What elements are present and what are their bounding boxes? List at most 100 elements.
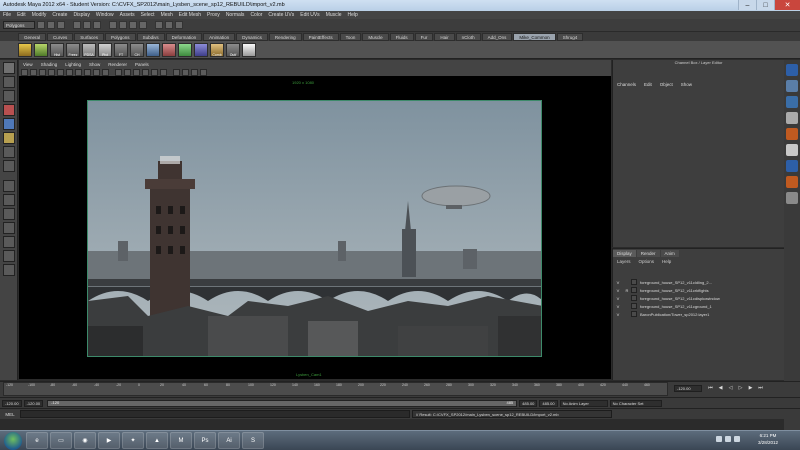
layer-row[interactable]: V R foreground_house_SP12_v11crkflights [613,286,784,294]
help-menu[interactable]: Help [662,259,671,264]
app-icon[interactable] [786,192,798,204]
time-ruler[interactable]: -120 -100 -80 -60 -40 -20 0 20 40 60 80 … [3,382,668,396]
alien-icon[interactable] [786,144,798,156]
character-icon[interactable] [242,42,256,57]
resolution-gate-icon[interactable] [75,68,82,76]
wireframe-icon[interactable] [115,68,122,76]
tab-deformation[interactable]: Deformation [165,32,203,41]
layer-row[interactable]: V foreground_house_SP12_v11cldling_2... [613,278,784,286]
pivot-icon[interactable]: Pivt [98,42,112,57]
hud-icon[interactable] [200,68,207,76]
menu-create[interactable]: Create [52,12,67,18]
select-object-icon[interactable] [83,21,91,29]
layer-row[interactable]: V foreground_house_SP12_v11cground_1 [613,302,784,310]
tab-add-ons[interactable]: Add_Ons [481,32,513,41]
render-icon[interactable] [155,21,163,29]
tab-anim-layers[interactable]: Anim [660,250,679,257]
layer-color-swatch[interactable] [631,303,637,309]
snap-point-icon[interactable] [129,21,137,29]
use-all-lights-icon[interactable] [151,68,158,76]
menu-mesh[interactable]: Mesh [161,12,173,18]
ai-icon[interactable]: Ai [218,432,240,449]
folder-icon[interactable]: ▭ [50,432,72,449]
show-menu[interactable]: Show [681,82,692,87]
gate-mask-icon[interactable] [84,68,91,76]
panel-menu-show[interactable]: Show [89,62,100,67]
tab-render-layers[interactable]: Render [636,250,660,257]
xray-joints-icon[interactable] [182,68,189,76]
open-scene-icon[interactable] [47,21,55,29]
outf-icon[interactable]: Outf [226,42,240,57]
tab-rendering[interactable]: Rendering [268,32,302,41]
move-tool-icon[interactable] [2,104,15,116]
options-menu[interactable]: Options [639,259,655,264]
tab-curves[interactable]: Curves [47,32,74,41]
menu-window[interactable]: Window [96,12,114,18]
shadows-icon[interactable] [160,68,167,76]
tray-arrow-icon[interactable] [716,436,722,442]
tab-mike-common[interactable]: Mike_Common [513,32,556,41]
snap-grid-icon[interactable] [109,21,117,29]
play-forward-icon[interactable]: ▷ [737,385,744,392]
firefox-icon[interactable] [786,176,798,188]
mel-label[interactable]: MEL [0,412,20,417]
layout-four-icon[interactable] [2,194,15,206]
layer-row[interactable]: V foreground_house_SP12_v11cdispkowindow [613,294,784,302]
ie-icon[interactable]: e [26,432,48,449]
isolate-select-icon[interactable] [191,68,198,76]
media-icon[interactable]: ▶ [98,432,120,449]
step-back-key-icon[interactable]: ◀ [717,385,724,392]
textured-icon[interactable] [142,68,149,76]
tab-hair[interactable]: Hair [434,32,455,41]
skype-icon[interactable]: S [242,432,264,449]
menu-display[interactable]: Display [73,12,89,18]
render-settings-icon[interactable] [175,21,183,29]
playback-start-field[interactable]: -120.00 [23,399,44,407]
aim-icon[interactable]: ✦ [122,432,144,449]
select-tool-icon[interactable] [2,62,15,74]
layer-color-swatch[interactable] [631,287,637,293]
history-icon[interactable]: Hist [50,42,64,57]
ipr-render-icon[interactable] [165,21,173,29]
shelf-tool-9-icon[interactable] [146,42,160,57]
tab-fluids[interactable]: Fluids [389,32,414,41]
ps-icon[interactable] [786,160,798,172]
tool-icon[interactable] [786,80,798,92]
firefox-icon[interactable]: ◉ [74,432,96,449]
layout-outliner-icon[interactable] [2,236,15,248]
maya-icon[interactable]: M [170,432,192,449]
menu-edit-mesh[interactable]: Edit Mesh [179,12,201,18]
grid-icon[interactable] [57,68,64,76]
manipulator-tool-icon[interactable] [2,146,15,158]
tab-general[interactable]: General [18,32,47,41]
shelf-tool-10-icon[interactable] [162,42,176,57]
menu-proxy[interactable]: Proxy [207,12,220,18]
close-button[interactable]: ✕ [774,0,800,10]
go-to-end-icon[interactable]: ⏭ [757,385,764,392]
layer-color-swatch[interactable] [631,311,637,317]
app-icon[interactable] [786,112,798,124]
bookmark-icon[interactable] [39,68,46,76]
layout-single-icon[interactable] [2,180,15,192]
step-forward-key-icon[interactable]: ▶ [747,385,754,392]
playback-end-field[interactable]: 485.00 [519,399,538,407]
new-scene-icon[interactable] [37,21,45,29]
ft-icon[interactable]: FT [114,42,128,57]
tab-subdivs[interactable]: Subdivs [136,32,165,41]
tab-muscle[interactable]: Muscle [362,32,389,41]
snap-plane-icon[interactable] [139,21,147,29]
layers-menu[interactable]: Layers [617,259,631,264]
save-scene-icon[interactable] [57,21,65,29]
mode-select[interactable]: Polygons [3,21,35,29]
film-gate-icon[interactable] [66,68,73,76]
comb-icon[interactable]: Comb [210,42,224,57]
layout-graph-icon[interactable] [2,264,15,276]
minimize-button[interactable]: – [738,0,756,10]
layer-color-swatch[interactable] [631,279,637,285]
panel-menu-view[interactable]: View [23,62,33,67]
lasso-tool-icon[interactable] [2,76,15,88]
start-button[interactable] [4,432,22,450]
layer-row[interactable]: V BaronPublication/Tower_sp2012:layer1 [613,310,784,318]
anim-layer-select[interactable]: No Anim Layer [559,399,608,407]
panel-menu-renderer[interactable]: Renderer [108,62,127,67]
